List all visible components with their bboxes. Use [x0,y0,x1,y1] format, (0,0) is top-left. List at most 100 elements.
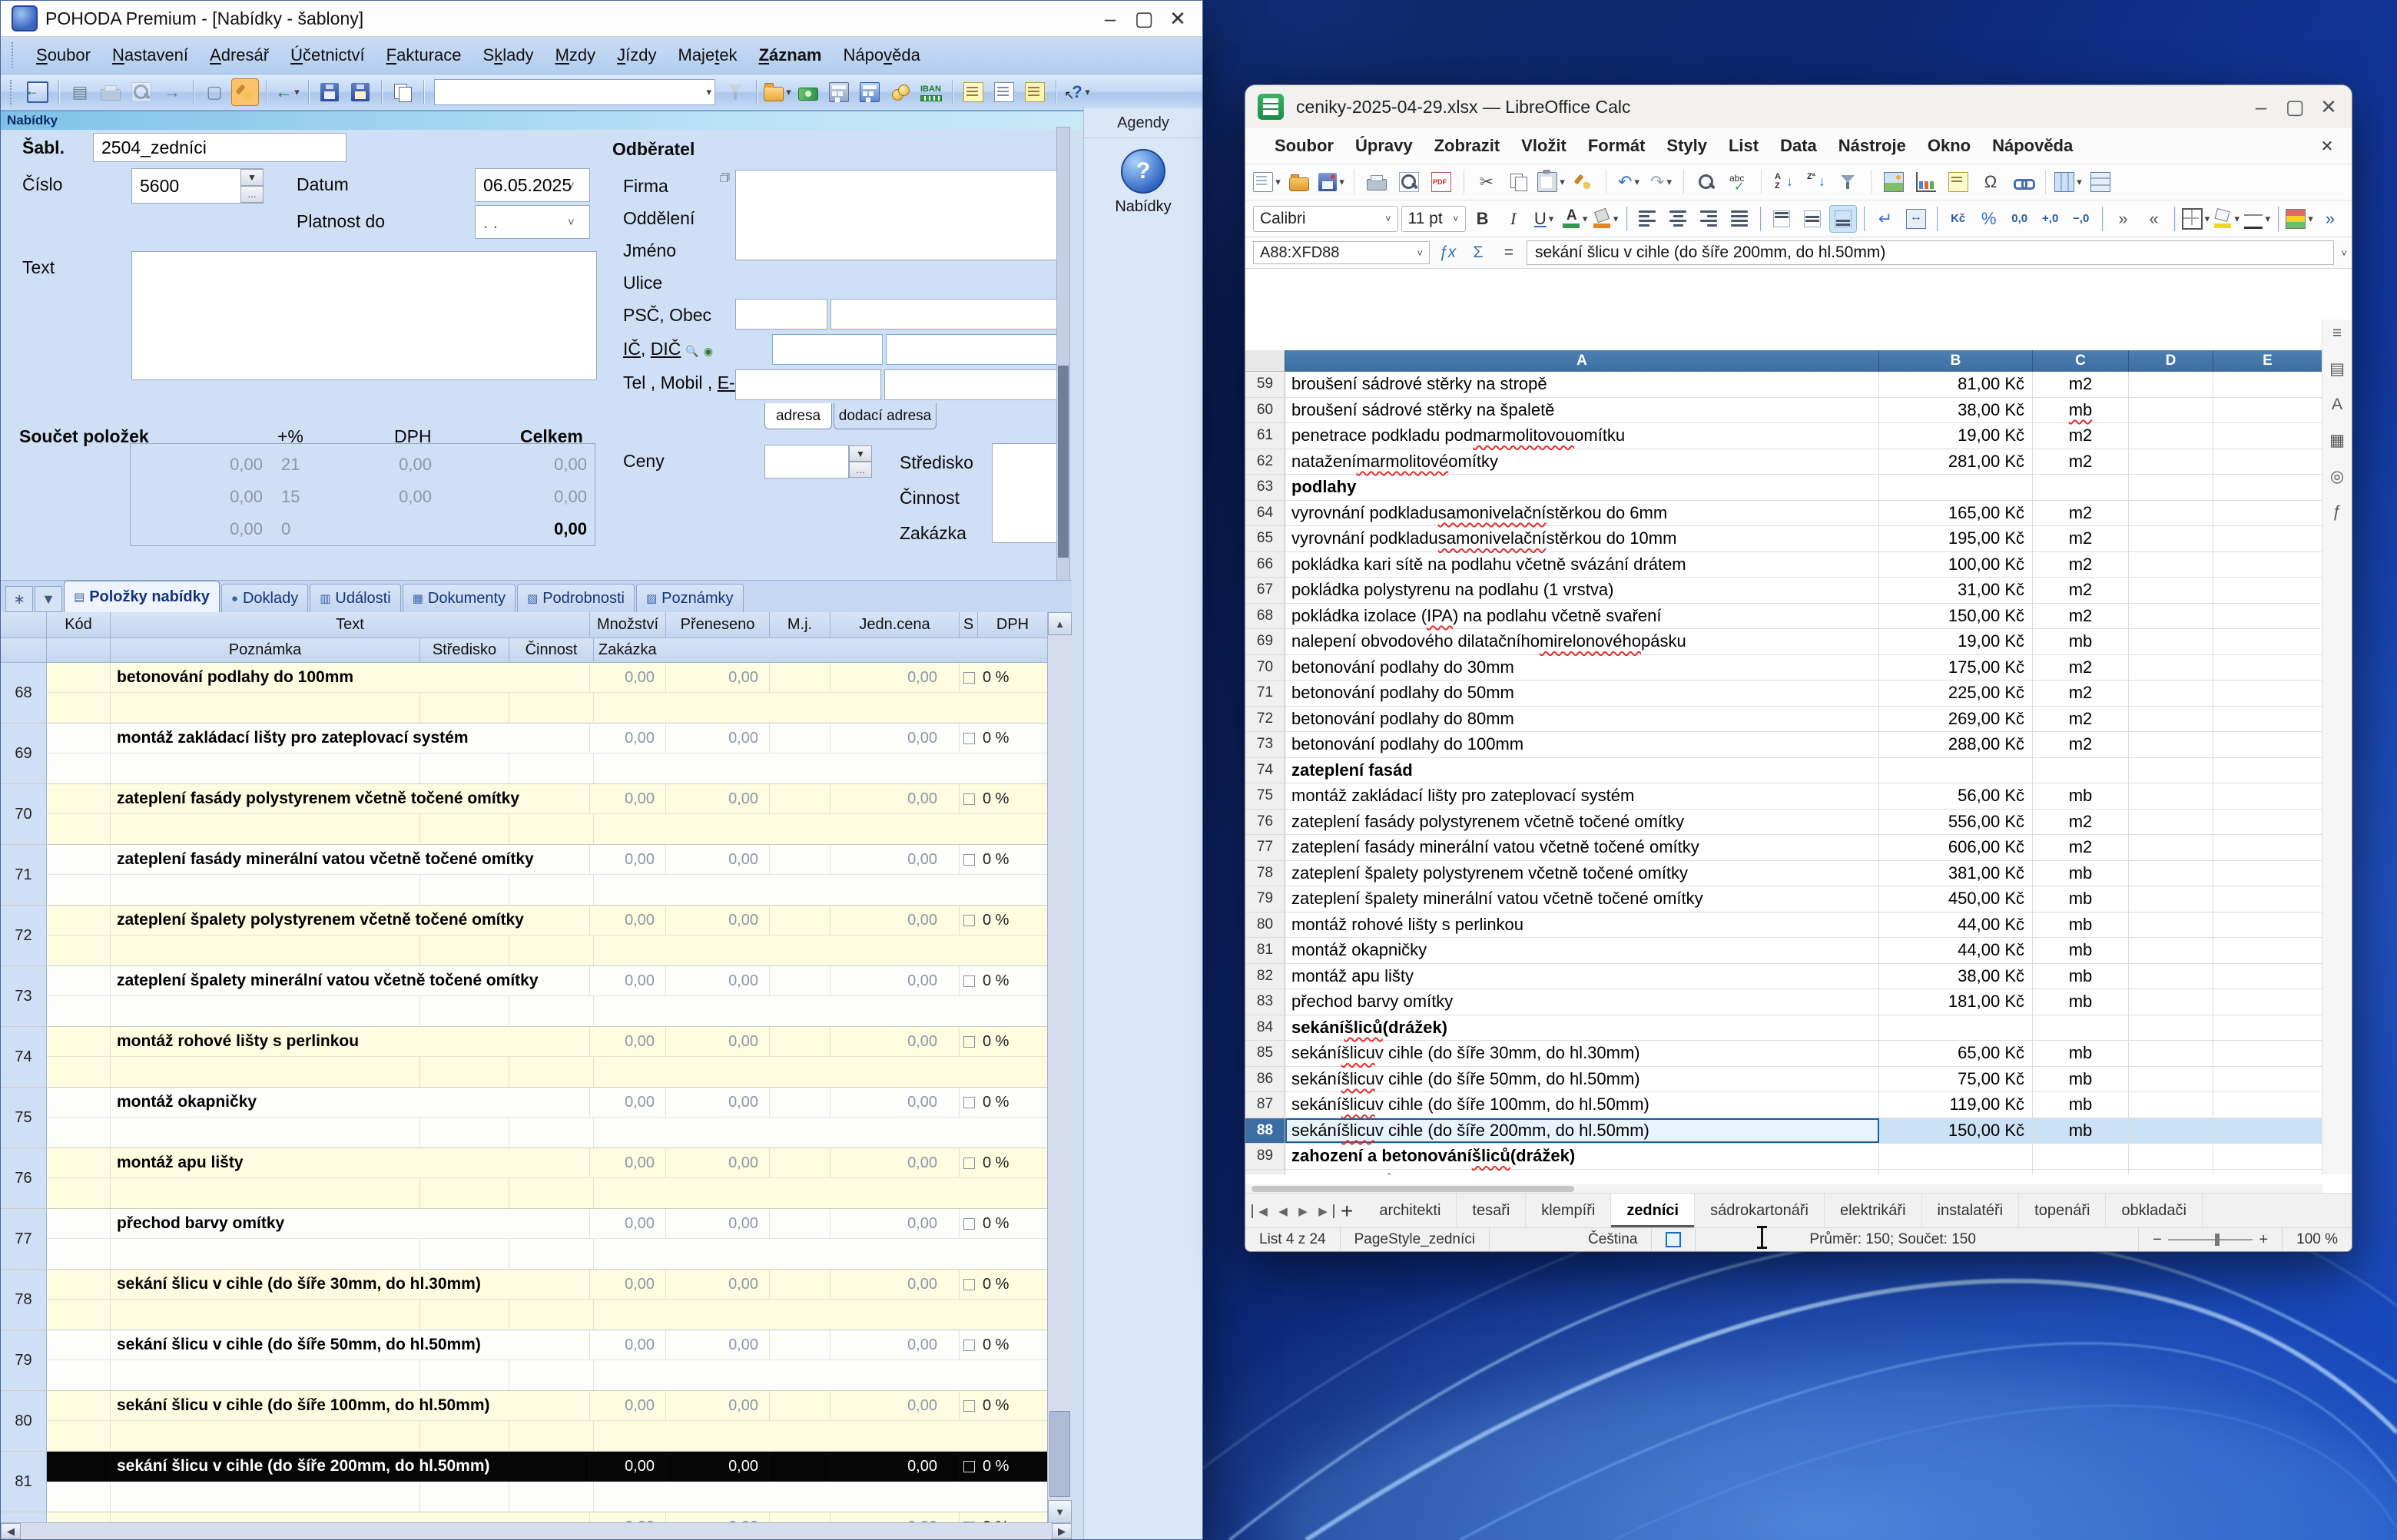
cell-c[interactable]: mb [2033,629,2129,654]
item-job-cell[interactable] [594,1178,1048,1208]
menu-n-pov-da[interactable]: Nápověda [836,42,928,68]
minimize-button[interactable]: – [1093,3,1127,34]
item-vat-cell[interactable]: 0 % [978,663,1048,692]
item-discount-cell[interactable] [960,1148,978,1177]
name-box[interactable]: A88:XFD88˅ [1253,241,1430,264]
offer-item-row[interactable]: 81sekání šlicu v cihle (do šíře 200mm, d… [1,1452,1048,1512]
calc-titlebar[interactable]: ceniky-2025-04-29.xlsx — LibreOffice Cal… [1245,85,2352,128]
item-discount-cell[interactable] [960,1088,978,1117]
menu-okno[interactable]: Okno [1917,133,1981,159]
item-transferred-cell[interactable]: 0,00 [666,906,770,935]
checkbox-icon[interactable] [963,1218,975,1230]
column-header-mno-stv-[interactable]: Množství [590,612,666,638]
item-centre-cell[interactable] [420,1178,509,1208]
nabidky-agenda-icon[interactable]: ? [1121,149,1165,194]
cell-d[interactable] [2129,423,2213,449]
item-centre-cell[interactable] [420,1360,509,1390]
zoom-control[interactable]: −+ [2138,1228,2283,1251]
item-unit-cell[interactable] [770,906,830,935]
item-transferred-cell[interactable]: 0,00 [666,1452,770,1481]
export-record-icon[interactable]: → [158,78,186,106]
item-text-cell[interactable]: montáž okapničky [111,1088,590,1117]
cell-e[interactable] [2213,732,2322,757]
sheet-row[interactable]: 59broušení sádrové stěrky na stropě81,00… [1245,372,2322,398]
cell-c[interactable] [2033,1015,2129,1041]
sheet-row[interactable]: 65vyrovnání podkladu samonivelační stěrk… [1245,526,2322,552]
sheet-tab-tesa-i[interactable]: tesaři [1457,1194,1526,1228]
scroll-down-icon[interactable]: ▼ [1048,1500,1072,1523]
cell-d[interactable] [2129,938,2213,963]
item-code-note[interactable] [47,753,111,783]
save-record-icon[interactable] [316,78,343,106]
cell-b[interactable]: 606,00 Kč [1879,835,2033,860]
row-header[interactable]: 77 [1245,835,1285,860]
insert-comment-icon[interactable] [1944,168,1972,196]
cell-b[interactable] [1879,475,2033,500]
item-activity-cell[interactable] [509,1178,594,1208]
sheet-row[interactable]: 61penetrace podkladu pod marmolitovou om… [1245,423,2322,449]
cell-a[interactable]: podlahy [1285,475,1879,500]
item-unit-cell[interactable] [770,1088,830,1117]
item-quantity-cell[interactable]: 0,00 [590,1088,666,1117]
row-header[interactable]: 63 [1245,475,1285,500]
item-vat-cell[interactable]: 0 % [978,1209,1048,1238]
menu-styly[interactable]: Styly [1656,133,1718,159]
chevron-down-icon[interactable]: ▾ [1549,213,1554,225]
cell-b[interactable]: 556,00 Kč [1879,810,2033,835]
row-header[interactable]: 88 [1245,1118,1285,1144]
grid-horizontal-scrollbar[interactable]: ◀ ▶ [1,1522,1072,1539]
item-activity-cell[interactable] [509,693,594,723]
item-job-cell[interactable] [594,875,1048,905]
item-unit-price-cell[interactable]: 0,00 [830,1027,960,1056]
sort-ascending-icon[interactable] [1770,168,1798,196]
insert-chart-icon[interactable] [1912,168,1940,196]
borders-icon[interactable]: ▾ [2182,205,2210,233]
column-header-pozn-mka[interactable]: Poznámka [111,638,420,663]
cell-a[interactable]: broušení sádrové stěrky na špaletě [1285,398,1879,423]
item-code-cell[interactable] [47,1391,111,1420]
sheet-row[interactable]: 75montáž zakládací lišty pro zateplovací… [1245,783,2322,810]
item-discount-cell[interactable] [960,1027,978,1056]
cell-b[interactable] [1879,1015,2033,1041]
cell-a[interactable]: montáž zakládací lišty pro zateplovací s… [1285,783,1879,809]
row-header[interactable]: 76 [1245,810,1285,835]
item-note-cell[interactable] [111,936,420,965]
row-header[interactable]: 74 [1245,758,1285,783]
chevron-down-icon[interactable]: ▾ [2265,213,2270,225]
item-code-cell[interactable] [47,1209,111,1238]
offer-item-row[interactable]: 70zateplení fasády polystyrenem včetně t… [1,784,1048,845]
menu-fakturace[interactable]: Fakturace [379,42,469,68]
cell-a[interactable]: betonování podlahy do 80mm [1285,707,1879,732]
sheet-row[interactable]: 79zateplení špalety minerální vatou včet… [1245,886,2322,912]
increase-indent-icon[interactable]: » [2109,205,2137,233]
chevron-down-icon[interactable]: ▾ [1275,176,1281,188]
item-unit-cell[interactable] [770,663,830,692]
cell-c[interactable]: mb [2033,1041,2129,1066]
item-centre-cell[interactable] [420,1118,509,1148]
row-header[interactable]: 82 [1245,964,1285,989]
item-quantity-cell[interactable]: 0,00 [590,1330,666,1360]
zoom-slider[interactable] [2168,1239,2253,1240]
item-unit-price-cell[interactable]: 0,00 [830,724,960,753]
checkbox-icon[interactable] [963,793,975,805]
cell-e[interactable] [2213,629,2322,654]
selection-mode[interactable] [1652,1228,1696,1251]
row-header[interactable]: 68 [1245,604,1285,629]
sheet-tab-obklada-i[interactable]: obkladači [2106,1194,2203,1228]
cell-b[interactable]: 195,00 Kč [1879,526,2033,551]
scroll-right-icon[interactable]: ▶ [1052,1523,1072,1539]
copy-record-icon[interactable] [389,78,416,106]
checkbox-icon[interactable] [963,1400,975,1412]
item-activity-cell[interactable] [509,1300,594,1330]
copy-icon[interactable] [1505,168,1533,196]
cell-b[interactable]: 19,00 Kč [1879,423,2033,449]
align-right-icon[interactable] [1695,205,1722,233]
cell-c[interactable]: mb [2033,886,2129,912]
chevron-down-icon[interactable]: ▾ [294,86,300,98]
item-unit-price-cell[interactable]: 0,00 [830,966,960,995]
cell-b[interactable]: 31,00 Kč [1879,578,2033,603]
item-job-cell[interactable] [594,1300,1048,1330]
dropdown-arrow-icon[interactable]: ▼ [849,445,872,462]
tab-pozn-mky[interactable]: ▨Poznámky [636,584,744,612]
cell-e[interactable] [2213,578,2322,603]
